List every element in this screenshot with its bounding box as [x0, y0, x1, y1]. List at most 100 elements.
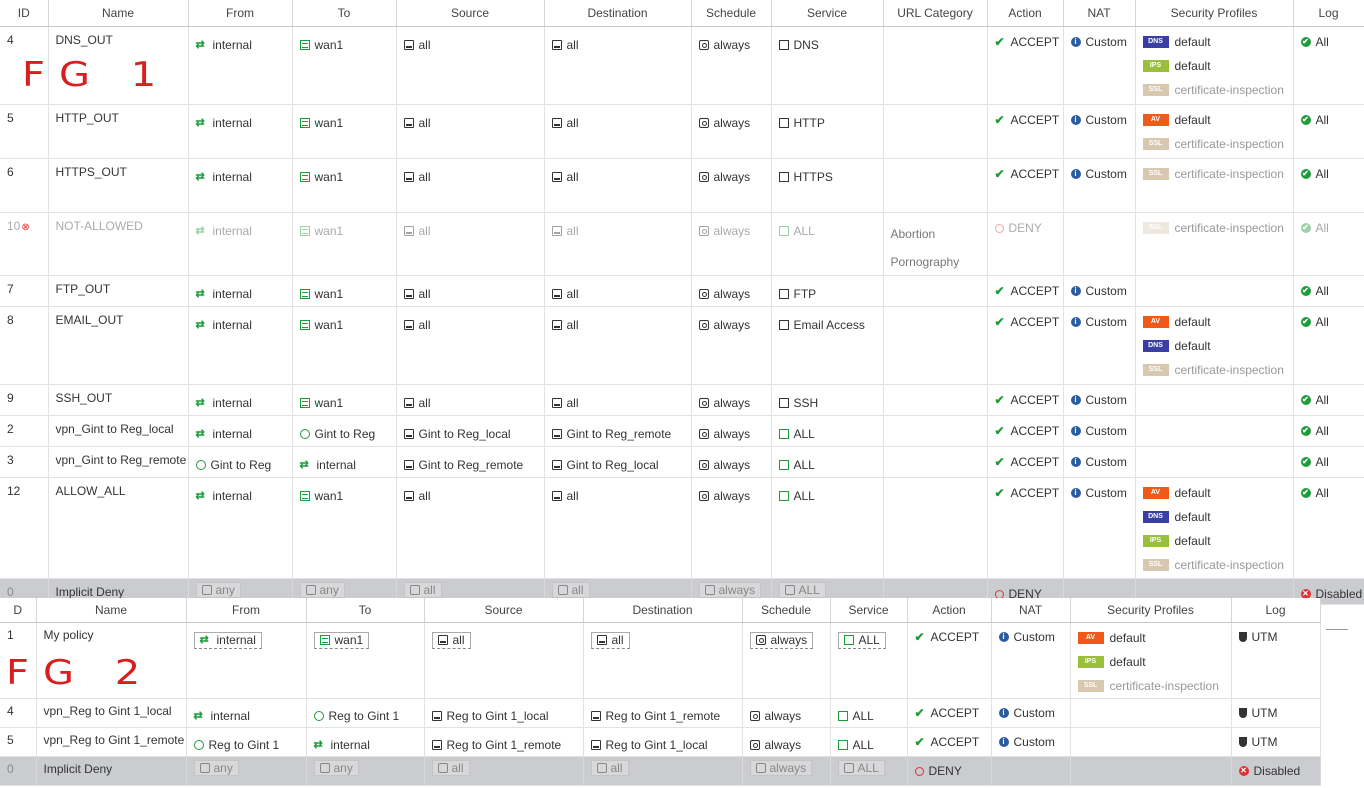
from-interface[interactable]: Gint to Reg — [188, 446, 293, 478]
to-interface[interactable]: wan1 — [292, 26, 397, 105]
policy-name[interactable]: vpn_Reg to Gint 1_remote — [36, 727, 187, 757]
from-interface[interactable]: ⇄ internal — [186, 698, 307, 728]
schedule[interactable]: always — [691, 275, 772, 307]
policy-name[interactable]: ALLOW_ALL — [48, 477, 189, 579]
column-header-nat[interactable]: NAT — [991, 598, 1071, 623]
policy-row[interactable]: 4 vpn_Reg to Gint 1_local ⇄ internal Reg to … — [0, 698, 1321, 728]
source-address-chip[interactable]: all — [431, 631, 471, 649]
policy-name[interactable]: vpn_Reg to Gint 1_local — [36, 698, 187, 728]
service[interactable]: HTTPS — [771, 158, 884, 213]
source-address[interactable]: Reg to Gint 1_local — [424, 698, 584, 728]
policy-name[interactable]: HTTP_OUT — [48, 104, 189, 159]
source-address[interactable]: Gint to Reg_local — [396, 415, 545, 447]
to-interface[interactable]: wan1 — [292, 306, 397, 385]
policy-name[interactable]: FTP_OUT — [48, 275, 189, 307]
destination-address[interactable]: all — [544, 275, 692, 307]
to-interface[interactable]: wan1 — [292, 158, 397, 213]
service[interactable]: ALL — [771, 477, 884, 579]
from-interface[interactable]: ⇄ internal — [188, 104, 293, 159]
schedule-chip[interactable]: always — [749, 631, 814, 649]
security-profile[interactable]: IPS default — [1077, 650, 1224, 674]
source-address[interactable]: Reg to Gint 1_remote — [424, 727, 584, 757]
security-profile[interactable]: DNS default — [1142, 30, 1286, 54]
column-header-security-profiles[interactable]: Security Profiles — [1070, 598, 1232, 623]
service[interactable]: HTTP — [771, 104, 884, 159]
security-profile[interactable]: AV default — [1077, 626, 1224, 650]
schedule[interactable]: always — [691, 415, 772, 447]
policy-name[interactable]: vpn_Gint to Reg_remote — [48, 446, 189, 478]
security-profile[interactable]: SSL certificate-inspection — [1142, 78, 1286, 102]
policy-row[interactable]: 6 HTTPS_OUT ⇄ internal wan1 all all always HTTPS… — [0, 158, 1364, 213]
column-header-name[interactable]: Name — [36, 598, 187, 623]
security-profile[interactable]: SSL certificate-inspection — [1142, 358, 1286, 382]
source-address[interactable]: all — [396, 104, 545, 159]
service[interactable]: ALL — [830, 622, 908, 699]
security-profile[interactable]: SSL certificate-inspection — [1142, 216, 1286, 240]
destination-address[interactable]: all — [544, 26, 692, 105]
policy-row[interactable]: 4 DNS_OUT ⇄ internal wan1 all all always DNS ✔ ACC… — [0, 26, 1364, 105]
policy-row[interactable]: 9 SSH_OUT ⇄ internal wan1 all all always SSH ✔ ACC… — [0, 384, 1364, 416]
policy-row[interactable]: 3 vpn_Gint to Reg_remote Gint to Reg ⇄ inter… — [0, 446, 1364, 478]
security-profile[interactable]: SSL certificate-inspection — [1142, 162, 1286, 186]
source-address[interactable]: all — [396, 212, 545, 276]
security-profile[interactable]: SSL certificate-inspection — [1077, 674, 1224, 698]
security-profile[interactable]: SSL certificate-inspection — [1142, 132, 1286, 156]
policy-name[interactable]: vpn_Gint to Reg_local — [48, 415, 189, 447]
schedule[interactable]: always — [691, 26, 772, 105]
schedule[interactable]: always — [691, 384, 772, 416]
security-profile[interactable]: AV default — [1142, 310, 1286, 334]
column-header-url-category[interactable]: URL Category — [883, 0, 988, 27]
policy-name[interactable]: EMAIL_OUT — [48, 306, 189, 385]
from-interface[interactable]: ⇄ internal — [188, 212, 293, 276]
policy-name[interactable]: NOT-ALLOWED — [48, 212, 189, 276]
source-address[interactable]: all — [396, 26, 545, 105]
security-profile[interactable]: AV default — [1142, 481, 1286, 505]
column-header-id[interactable]: ID — [0, 0, 49, 27]
column-header-source[interactable]: Source — [424, 598, 584, 623]
implicit-deny-row[interactable]: 0 Implicit Deny any any all all always ALL DENY ✕… — [0, 756, 1321, 786]
security-profile[interactable]: IPS default — [1142, 529, 1286, 553]
from-interface[interactable]: ⇄ internal — [188, 477, 293, 579]
to-interface[interactable]: wan1 — [292, 477, 397, 579]
security-profile[interactable]: IPS default — [1142, 54, 1286, 78]
destination-address[interactable]: Gint to Reg_remote — [544, 415, 692, 447]
policy-row[interactable]: 2 vpn_Gint to Reg_local ⇄ internal Gint to R… — [0, 415, 1364, 447]
schedule[interactable]: always — [691, 158, 772, 213]
security-profile[interactable]: DNS default — [1142, 334, 1286, 358]
column-header-service[interactable]: Service — [771, 0, 884, 27]
column-header-action[interactable]: Action — [987, 0, 1064, 27]
service[interactable]: DNS — [771, 26, 884, 105]
column-header-destination[interactable]: Destination — [544, 0, 692, 27]
source-address[interactable]: all — [396, 158, 545, 213]
column-header-schedule[interactable]: Schedule — [742, 598, 831, 623]
column-header-destination[interactable]: Destination — [583, 598, 743, 623]
from-interface[interactable]: Reg to Gint 1 — [186, 727, 307, 757]
column-header-service[interactable]: Service — [830, 598, 908, 623]
policy-row[interactable]: 7 FTP_OUT ⇄ internal wan1 all all always FTP ✔ ACC… — [0, 275, 1364, 307]
schedule[interactable]: always — [691, 306, 772, 385]
column-header-to[interactable]: To — [292, 0, 397, 27]
schedule[interactable]: always — [691, 446, 772, 478]
to-interface[interactable]: wan1 — [292, 212, 397, 276]
from-interface[interactable]: ⇄ internal — [188, 415, 293, 447]
column-header-schedule[interactable]: Schedule — [691, 0, 772, 27]
from-interface[interactable]: ⇄ internal — [188, 384, 293, 416]
security-profile[interactable]: SSL certificate-inspection — [1142, 553, 1286, 577]
service[interactable]: Email Access — [771, 306, 884, 385]
service[interactable]: ALL — [771, 415, 884, 447]
source-address[interactable]: all — [396, 477, 545, 579]
column-header-nat[interactable]: NAT — [1063, 0, 1136, 27]
to-interface[interactable]: wan1 — [292, 275, 397, 307]
service[interactable]: ALL — [830, 727, 908, 757]
service[interactable]: FTP — [771, 275, 884, 307]
from-interface[interactable]: ⇄ internal — [188, 306, 293, 385]
column-header-log[interactable]: Log — [1293, 0, 1364, 27]
service[interactable]: SSH — [771, 384, 884, 416]
destination-address-chip[interactable]: all — [590, 631, 630, 649]
destination-address[interactable]: Gint to Reg_local — [544, 446, 692, 478]
policy-row[interactable]: 8 EMAIL_OUT ⇄ internal wan1 all all always Email… — [0, 306, 1364, 385]
column-header-source[interactable]: Source — [396, 0, 545, 27]
schedule[interactable]: always — [742, 727, 831, 757]
from-interface-chip[interactable]: ⇄ internal — [193, 631, 262, 649]
column-header-action[interactable]: Action — [907, 598, 992, 623]
